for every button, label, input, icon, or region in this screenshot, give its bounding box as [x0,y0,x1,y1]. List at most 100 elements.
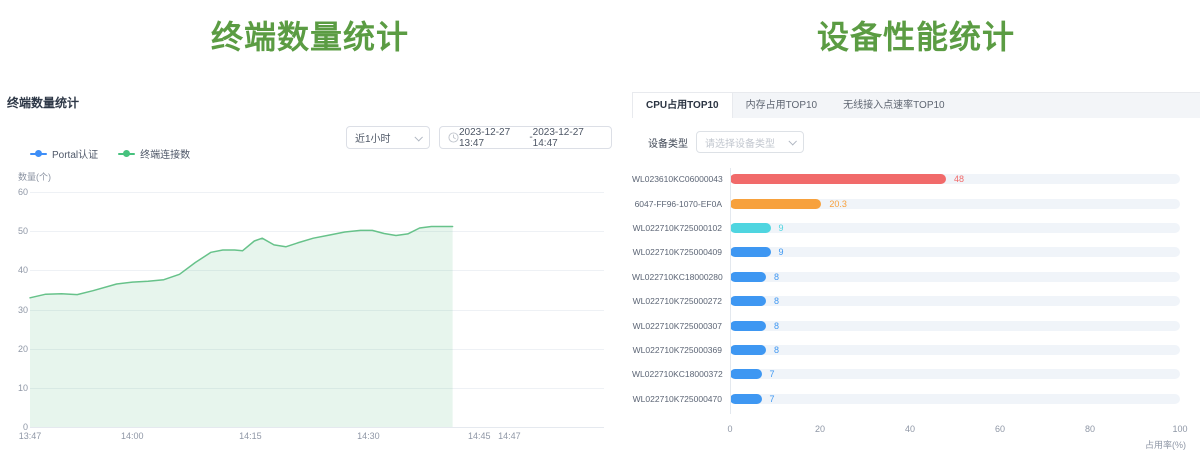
bar-value-label: 8 [774,321,779,331]
legend-label: 终端连接数 [140,146,190,161]
legend-marker-icon [118,150,135,157]
bar-track: 8 [730,272,1180,282]
bar-rows: WL023610KC06000043 48 6047-FF96-1070-EF0A 2… [632,167,1200,411]
legend-marker-icon [30,150,47,157]
bar-category-label: WL022710K725000470 [632,394,728,404]
bar-value-label: 9 [779,223,784,233]
bar [730,345,766,355]
device-type-label: 设备类型 [648,135,688,150]
bar [730,321,766,331]
bar [730,394,762,404]
left-y-labels: 6050403020100 [0,0,28,456]
y-tick-label: 60 [0,187,28,197]
bar-value-label: 9 [779,247,784,257]
x-tick-label: 14:47 [498,431,521,441]
legend: Portal认证 终端连接数 [30,146,190,161]
x-tick-label: 14:15 [239,431,262,441]
y-tick-label: 20 [0,344,28,354]
time-range-value: 近1小时 [355,130,391,145]
bar-category-label: WL022710K725000102 [632,223,728,233]
legend-item-terminal-connections[interactable]: 终端连接数 [118,146,190,161]
device-type-filter: 设备类型 请选择设备类型 [648,131,804,153]
bar-category-label: WL023610KC06000043 [632,174,728,184]
gridline [30,310,604,311]
right-x-ticks: 020406080100 [730,424,1180,436]
bar [730,223,771,233]
left-x-labels: 13:47 14:00 14:15 14:30 14:45 14:47 [0,431,620,445]
tab-bar: CPU占用TOP10 内存占用TOP10 无线接入点速率TOP10 [632,92,1200,118]
bar-track: 7 [730,394,1180,404]
terminal-count-section: 终端数量统计 终端数量统计 近1小时 2023-12-27 13:47 - 20… [0,0,620,456]
bar-value-label: 48 [954,174,964,184]
bar-row: WL022710K7250003078 [632,313,1200,337]
series-area-fill [30,227,453,428]
device-performance-section: 设备性能统计 CPU占用TOP10 内存占用TOP10 无线接入点速率TOP10… [632,0,1200,456]
dashboard: 终端数量统计 终端数量统计 近1小时 2023-12-27 13:47 - 20… [0,0,1200,456]
device-type-placeholder: 请选择设备类型 [705,135,775,150]
date-range-start: 2023-12-27 13:47 [459,127,529,149]
device-type-select[interactable]: 请选择设备类型 [696,131,804,153]
x-tick-label: 60 [995,424,1005,434]
bar-row: 6047-FF96-1070-EF0A 20.3 [632,191,1200,215]
bar-category-label: WL022710KC18000280 [632,272,728,282]
right-section-title: 设备性能统计 [632,12,1200,58]
time-range-select[interactable]: 近1小时 [346,126,430,149]
bar [730,369,762,379]
bar-value-label: 7 [770,394,775,404]
y-tick-label: 40 [0,265,28,275]
chevron-down-icon [788,137,796,145]
x-tick-label: 100 [1172,424,1187,434]
x-tick-label: 0 [727,424,732,434]
x-tick-label: 80 [1085,424,1095,434]
bar [730,174,946,184]
bar-row: WL023610KC06000043 48 [632,167,1200,191]
x-tick-label: 14:30 [357,431,380,441]
bar-row: WL022710K725000470 7 [632,387,1200,411]
x-tick-label: 40 [905,424,915,434]
bar [730,199,821,209]
bar-category-label: WL022710K725000369 [632,345,728,355]
bar-track: 20.3 [730,199,1180,209]
gridline [30,231,604,232]
tab-cpu-top10[interactable]: CPU占用TOP10 [632,93,733,118]
bar-row: WL022710K725000369 8 [632,338,1200,362]
series-line [30,227,453,298]
x-axis-title: 占用率(%) [1145,438,1186,451]
x-tick-label: 13:47 [19,431,42,441]
bar-value-label: 8 [774,345,779,355]
y-tick-label: 30 [0,305,28,315]
bar-value-label: 8 [774,272,779,282]
bar-row: WL022710K725000272 8 [632,289,1200,313]
bar-track: 7 [730,369,1180,379]
bar [730,247,771,257]
bar-value-label: 8 [774,296,779,306]
bar-row: WL022710K7250004099 [632,240,1200,264]
bar-track: 8 [730,345,1180,355]
legend-item-portal-auth[interactable]: Portal认证 [30,146,98,161]
tab-wireless-rate-top10[interactable]: 无线接入点速率TOP10 [830,93,958,118]
bar-value-label: 7 [770,369,775,379]
bar-category-label: 6047-FF96-1070-EF0A [632,199,728,209]
date-range-picker[interactable]: 2023-12-27 13:47 - 2023-12-27 14:47 [439,126,612,149]
bar-category-label: WL022710KC18000372 [632,369,728,379]
bar-track: 9 [730,223,1180,233]
x-tick-label: 20 [815,424,825,434]
tab-memory-top10[interactable]: 内存占用TOP10 [733,93,831,118]
left-section-title: 终端数量统计 [0,12,620,58]
bar [730,296,766,306]
x-tick-label: 14:00 [121,431,144,441]
x-tick-label: 14:45 [468,431,491,441]
bar-row: WL022710K725000102 9 [632,216,1200,240]
bar-value-label: 20.3 [829,199,847,209]
bar-category-label: WL022710K725000272 [632,296,728,306]
chevron-down-icon [414,133,422,141]
bar-track: 8 [730,296,1180,306]
clock-icon [448,132,459,143]
bar-chart-axis-line [730,168,731,414]
gridline [30,427,604,428]
bar-row: WL022710KC18000372 7 [632,362,1200,386]
gridline [30,349,604,350]
bar-track: 8 [730,321,1180,331]
bar-track: 9 [730,247,1180,257]
y-tick-label: 10 [0,383,28,393]
